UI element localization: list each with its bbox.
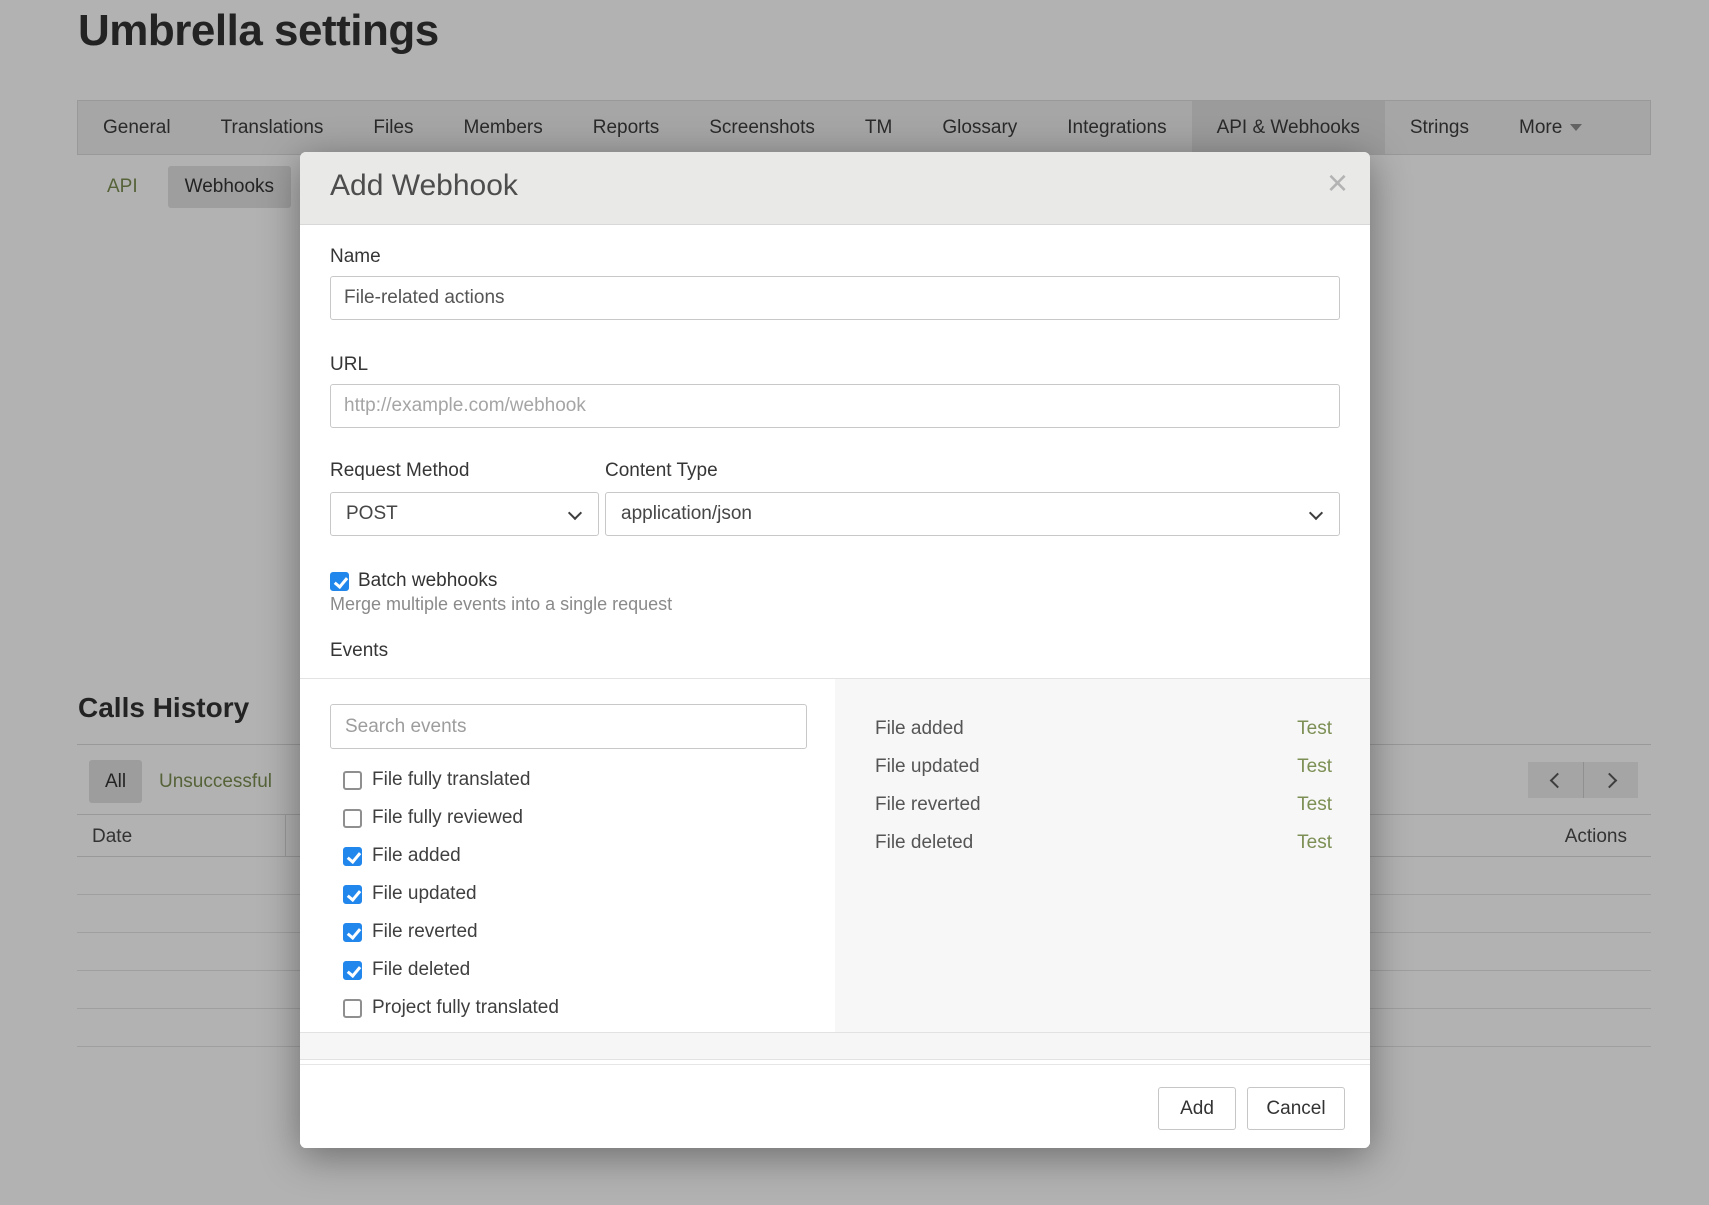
event-checkbox[interactable] bbox=[343, 999, 362, 1018]
selected-events-list: File added Test File updated Test File r… bbox=[835, 710, 1370, 862]
event-checkbox[interactable] bbox=[343, 847, 362, 866]
content-type-label: Content Type bbox=[605, 460, 718, 482]
selected-event-row: File updated Test bbox=[835, 748, 1370, 786]
events-checkbox-list: File fully translated File fully reviewe… bbox=[343, 761, 823, 1019]
add-button[interactable]: Add bbox=[1158, 1087, 1236, 1130]
modal-footer: Add Cancel bbox=[300, 1064, 1370, 1148]
batch-webhooks-checkbox[interactable] bbox=[330, 572, 349, 591]
test-webhook-link[interactable]: Test bbox=[1297, 832, 1332, 854]
request-method-select[interactable]: POST bbox=[330, 492, 599, 536]
batch-webhooks-help: Merge multiple events into a single requ… bbox=[330, 594, 672, 615]
event-option[interactable]: Project fully translated bbox=[343, 989, 823, 1019]
selected-event-row: File added Test bbox=[835, 710, 1370, 748]
events-available-panel: File fully translated File fully reviewe… bbox=[300, 679, 835, 1032]
url-input[interactable] bbox=[330, 384, 1340, 428]
add-webhook-modal: Add Webhook × Name URL Request Method Co… bbox=[300, 152, 1370, 1148]
event-option[interactable]: File deleted bbox=[343, 951, 823, 989]
request-method-label: Request Method bbox=[330, 460, 469, 482]
selected-event-row: File reverted Test bbox=[835, 786, 1370, 824]
chevron-down-icon bbox=[1309, 506, 1323, 520]
content-type-value: application/json bbox=[621, 503, 752, 525]
event-option[interactable]: File reverted bbox=[343, 913, 823, 951]
events-selected-panel: File added Test File updated Test File r… bbox=[835, 679, 1370, 1032]
content-type-select[interactable]: application/json bbox=[605, 492, 1340, 536]
event-checkbox[interactable] bbox=[343, 885, 362, 904]
search-events-input[interactable] bbox=[330, 704, 807, 749]
events-scrollbar-track[interactable] bbox=[300, 1032, 1370, 1060]
event-option[interactable]: File added bbox=[343, 837, 823, 875]
request-method-value: POST bbox=[346, 503, 398, 525]
name-input[interactable] bbox=[330, 276, 1340, 320]
close-icon[interactable]: × bbox=[1327, 165, 1348, 201]
event-checkbox[interactable] bbox=[343, 809, 362, 828]
selected-event-row: File deleted Test bbox=[835, 824, 1370, 862]
event-checkbox[interactable] bbox=[343, 771, 362, 790]
events-label: Events bbox=[330, 640, 388, 662]
batch-webhooks-checkbox-row[interactable]: Batch webhooks bbox=[330, 570, 497, 592]
event-option[interactable]: File fully reviewed bbox=[343, 799, 823, 837]
settings-page: Umbrella settings General Translations F… bbox=[0, 0, 1709, 1205]
modal-header: Add Webhook × bbox=[300, 152, 1370, 225]
event-checkbox[interactable] bbox=[343, 961, 362, 980]
event-checkbox[interactable] bbox=[343, 923, 362, 942]
event-option[interactable]: File updated bbox=[343, 875, 823, 913]
events-area: File fully translated File fully reviewe… bbox=[300, 678, 1370, 1032]
cancel-button[interactable]: Cancel bbox=[1247, 1087, 1345, 1130]
test-webhook-link[interactable]: Test bbox=[1297, 718, 1332, 740]
test-webhook-link[interactable]: Test bbox=[1297, 794, 1332, 816]
event-option[interactable]: File fully translated bbox=[343, 761, 823, 799]
modal-title: Add Webhook bbox=[330, 169, 518, 203]
name-label: Name bbox=[330, 246, 381, 268]
url-label: URL bbox=[330, 354, 368, 376]
chevron-down-icon bbox=[568, 506, 582, 520]
batch-webhooks-label: Batch webhooks bbox=[358, 570, 497, 592]
test-webhook-link[interactable]: Test bbox=[1297, 756, 1332, 778]
